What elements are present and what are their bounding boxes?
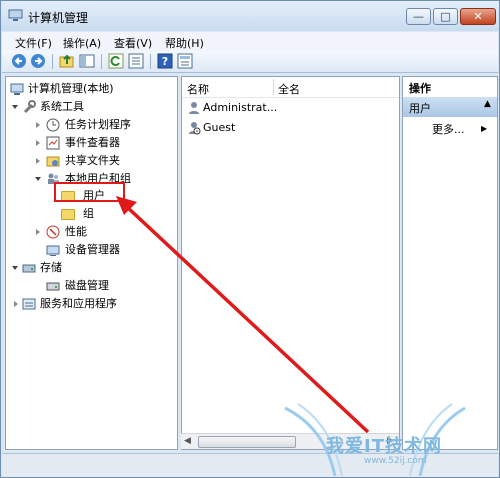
collapse-arrow-icon[interactable] (36, 229, 40, 235)
forward-icon[interactable] (30, 53, 46, 69)
window-title: 计算机管理 (28, 11, 89, 25)
title-bar: 计算机管理 — □ ✕ (1, 1, 499, 31)
collapse-arrow-icon[interactable] (14, 301, 18, 307)
collapse-arrow-icon[interactable] (36, 158, 40, 164)
help-icon[interactable]: ? (157, 53, 173, 69)
tree-label-shared-folders: 共享文件夹 (65, 154, 120, 167)
column-header-fullname[interactable]: 全名 (278, 81, 300, 97)
expand-arrow-icon[interactable] (12, 105, 18, 109)
disk-icon (46, 282, 60, 291)
toolbar-separator (52, 54, 53, 69)
export-list-icon[interactable] (128, 53, 144, 69)
toolbar-separator (101, 54, 102, 69)
properties-icon[interactable] (177, 53, 193, 69)
collapse-up-icon[interactable]: ▲ (484, 99, 491, 109)
menu-action[interactable]: 操作(A) (63, 35, 101, 51)
computer-icon (10, 83, 24, 95)
actions-more[interactable]: 更多... (432, 122, 465, 138)
shared-folder-icon (46, 156, 60, 167)
tree-label-performance: 性能 (65, 225, 87, 238)
folder-icon (61, 209, 75, 220)
minimize-icon: — (413, 10, 424, 23)
device-manager-icon (46, 245, 60, 256)
storage-icon (22, 264, 36, 273)
close-icon: ✕ (473, 10, 483, 23)
tree-label-services-apps: 服务和应用程序 (40, 297, 117, 310)
actions-title: 操作 (409, 82, 431, 95)
actions-more-label: 更多... (432, 123, 465, 136)
tree-label-groups: 组 (83, 207, 94, 220)
actions-section-label: 用户 (409, 102, 431, 115)
expand-arrow-icon[interactable] (12, 266, 18, 270)
clock-icon (46, 118, 60, 132)
menu-view[interactable]: 查看(V) (114, 35, 152, 51)
tree-label-device-manager: 设备管理器 (65, 243, 120, 256)
minimize-button[interactable]: — (406, 8, 431, 25)
tree-label-event-viewer: 事件查看器 (65, 136, 120, 149)
tree-label-root: 计算机管理(本地) (28, 82, 114, 95)
menu-bar: 文件(F) 操作(A) 查看(V) 帮助(H) (2, 32, 498, 51)
menu-file[interactable]: 文件(F) (15, 35, 52, 51)
close-button[interactable]: ✕ (460, 8, 496, 25)
tree-label-disk-management: 磁盘管理 (65, 279, 109, 292)
user-disabled-icon (189, 122, 201, 135)
menu-help[interactable]: 帮助(H) (165, 35, 204, 51)
maximize-button[interactable]: □ (433, 8, 458, 25)
expand-arrow-icon[interactable] (35, 177, 41, 181)
svg-text:?: ? (162, 55, 168, 68)
tree-label-storage: 存储 (40, 261, 62, 274)
user-icon (189, 102, 199, 114)
event-viewer-icon (46, 136, 60, 150)
toolbar-separator (150, 54, 151, 69)
toolbar: ? (2, 51, 498, 73)
maximize-icon: □ (440, 10, 451, 23)
submenu-arrow-icon[interactable]: ▶ (481, 124, 487, 133)
watermark-url: www.52ij.com (364, 456, 427, 466)
collapse-arrow-icon[interactable] (36, 122, 40, 128)
show-hide-tree-icon[interactable] (79, 53, 95, 69)
tree-label-task-scheduler: 任务计划程序 (65, 118, 131, 131)
computer-management-app-icon (8, 9, 23, 21)
highlight-box (54, 182, 125, 202)
tree-label-system-tools: 系统工具 (40, 100, 84, 113)
user-name: Guest (203, 121, 236, 134)
watermark-text: 我爱IT技术网 (326, 436, 442, 457)
column-header-name[interactable]: 名称 (187, 81, 209, 97)
up-folder-icon[interactable] (59, 53, 75, 69)
collapse-arrow-icon[interactable] (36, 140, 40, 146)
back-icon[interactable] (11, 53, 27, 69)
scroll-left-icon[interactable]: ◀ (184, 436, 191, 446)
actions-section-users[interactable]: 用户 ▲ (403, 97, 497, 117)
tools-icon (23, 100, 36, 114)
user-name: Administrat... (203, 101, 278, 114)
performance-icon (46, 225, 60, 239)
services-icon (22, 298, 36, 310)
actions-header: 操作 (403, 77, 497, 95)
refresh-icon[interactable] (108, 53, 124, 69)
tree-pane: 计算机管理(本地) 系统工具 任务计划程序 事件查看器 共享文件夹 本地用户和组 (5, 76, 178, 450)
column-divider[interactable] (273, 79, 274, 95)
